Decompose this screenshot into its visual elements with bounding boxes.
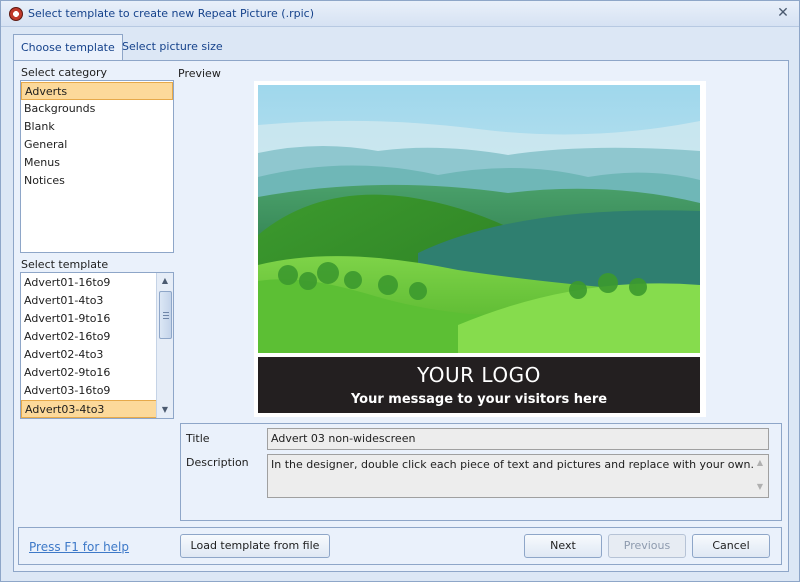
next-button[interactable]: Next — [524, 534, 602, 558]
category-item-general[interactable]: General — [21, 136, 173, 154]
template-item-selected[interactable]: Advert03-4to3 — [21, 400, 157, 418]
description-field: In the designer, double click each piece… — [267, 454, 769, 498]
load-template-button[interactable]: Load template from file — [180, 534, 330, 558]
logo-placeholder-text: YOUR LOGO — [417, 363, 541, 387]
category-item-adverts[interactable]: Adverts — [21, 82, 173, 100]
app-icon — [9, 7, 23, 21]
template-item[interactable]: Advert03-16to9 — [21, 382, 157, 400]
preview-banner: YOUR LOGO Your message to your visitors … — [258, 357, 700, 413]
window-title: Select template to create new Repeat Pic… — [28, 7, 314, 20]
tab-choose-template[interactable]: Choose template — [13, 34, 123, 60]
footer-panel: Press F1 for help Load template from fil… — [18, 527, 782, 565]
category-item-blank[interactable]: Blank — [21, 118, 173, 136]
title-label: Title — [186, 432, 210, 445]
category-item-notices[interactable]: Notices — [21, 172, 173, 190]
template-item[interactable]: Advert02-9to16 — [21, 364, 157, 382]
tab-select-picture-size[interactable]: Select picture size — [115, 34, 230, 60]
dialog-window: Select template to create new Repeat Pic… — [0, 0, 800, 582]
preview-label: Preview — [178, 67, 221, 80]
description-text: In the designer, double click each piece… — [271, 458, 754, 471]
scroll-down-arrow-icon[interactable]: ▼ — [157, 402, 173, 418]
template-item[interactable]: Advert01-16to9 — [21, 274, 157, 292]
cancel-button[interactable]: Cancel — [692, 534, 770, 558]
tab-content-panel: Select category Adverts Backgrounds Blan… — [13, 60, 789, 572]
template-list[interactable]: Advert01-16to9 Advert01-4to3 Advert01-9t… — [20, 272, 174, 419]
category-item-backgrounds[interactable]: Backgrounds — [21, 100, 173, 118]
template-list-scrollbar[interactable]: ▲ ▼ — [156, 273, 173, 418]
category-label: Select category — [21, 66, 108, 79]
template-item[interactable]: Advert01-9to16 — [21, 310, 157, 328]
description-scrollbar: ▲ ▼ — [756, 458, 764, 491]
description-label: Description — [186, 456, 249, 469]
title-bar: Select template to create new Repeat Pic… — [1, 1, 799, 27]
close-icon[interactable]: ✕ — [775, 5, 791, 21]
title-field: Advert 03 non-widescreen — [267, 428, 769, 450]
template-item[interactable]: Advert01-4to3 — [21, 292, 157, 310]
scroll-up-arrow-icon[interactable]: ▲ — [157, 273, 173, 289]
preview-frame: YOUR LOGO Your message to your visitors … — [254, 81, 706, 417]
scroll-thumb[interactable] — [159, 291, 172, 339]
message-placeholder-text: Your message to your visitors here — [350, 392, 608, 407]
template-label: Select template — [21, 258, 109, 271]
category-list[interactable]: Adverts Backgrounds Blank General Menus … — [20, 80, 174, 253]
template-item[interactable]: Advert02-4to3 — [21, 346, 157, 364]
landscape-preview-image — [258, 85, 700, 353]
help-link[interactable]: Press F1 for help — [29, 540, 129, 554]
category-item-menus[interactable]: Menus — [21, 154, 173, 172]
template-item[interactable]: Advert02-16to9 — [21, 328, 157, 346]
tab-bar: Choose template Select picture size — [1, 27, 799, 60]
previous-button[interactable]: Previous — [608, 534, 686, 558]
template-details-panel: Title Advert 03 non-widescreen Descripti… — [180, 423, 782, 521]
